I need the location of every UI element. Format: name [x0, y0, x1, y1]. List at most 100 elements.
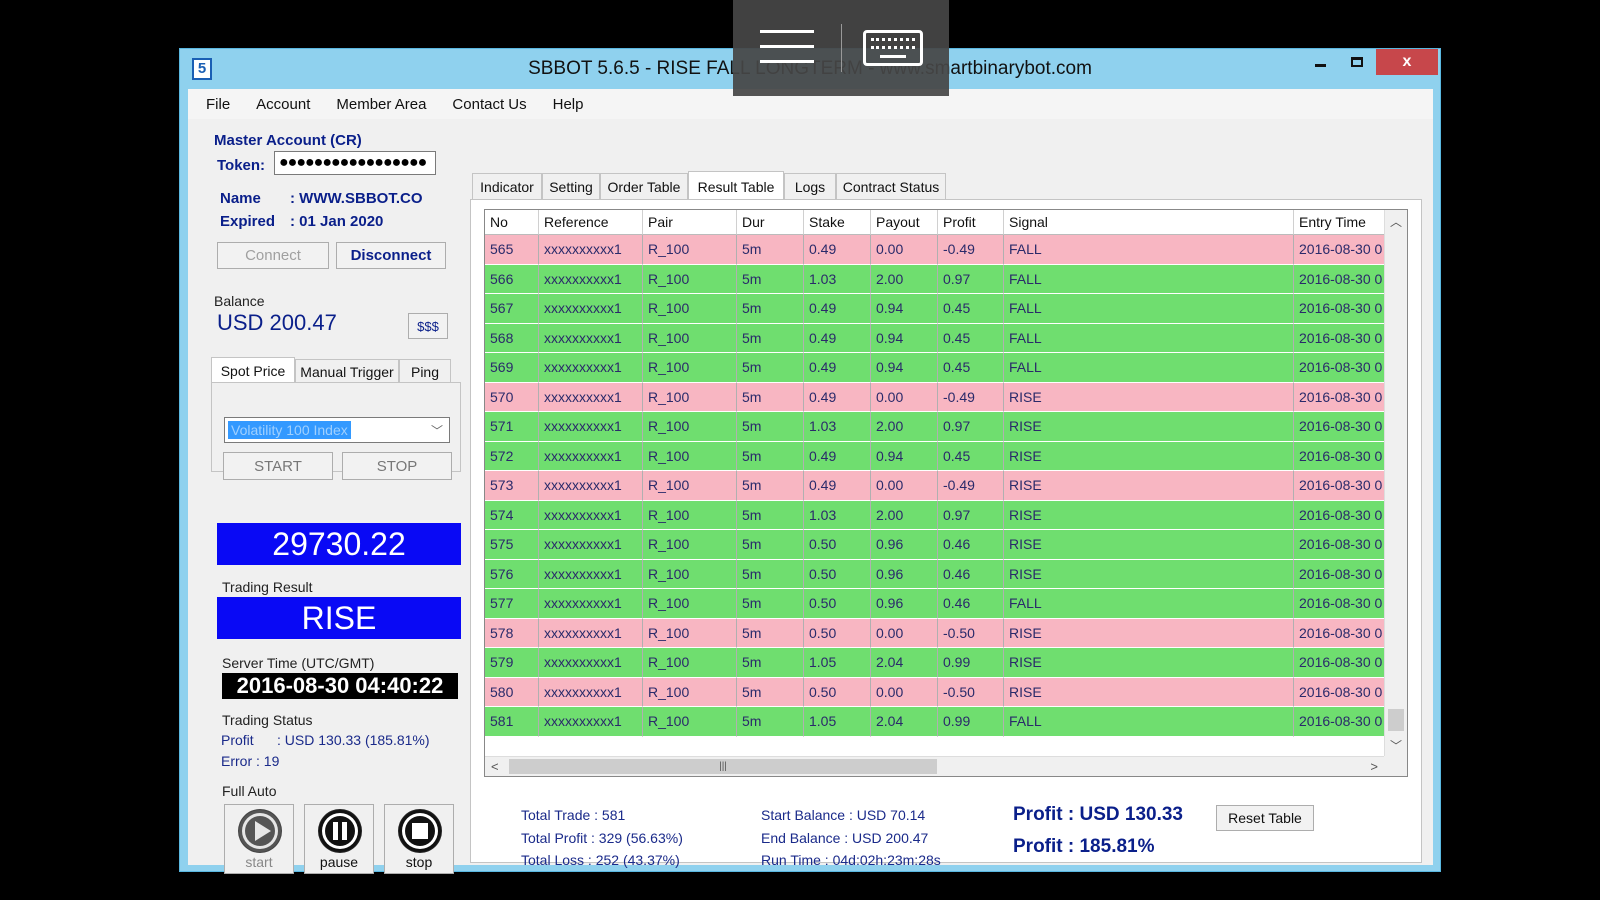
cell-signal: FALL [1004, 707, 1294, 737]
tab-ping[interactable]: Ping [399, 359, 451, 383]
vertical-scroll-thumb[interactable] [1388, 709, 1404, 731]
column-header-dur[interactable]: Dur [737, 210, 804, 235]
total-profit: Total Profit : 329 (56.63%) [521, 830, 683, 846]
table-row[interactable]: 578 xxxxxxxxxx1 R_100 5m 0.50 0.00 -0.50 RISE 20… [485, 618, 1384, 648]
tab-logs[interactable]: Logs [784, 173, 836, 199]
cell-pair: R_100 [643, 471, 737, 501]
close-button[interactable]: x [1376, 49, 1438, 75]
token-input[interactable]: ●●●●●●●●●●●●●●●●● [274, 151, 436, 175]
cell-payout: 0.00 [871, 235, 938, 265]
table-row[interactable]: 568 xxxxxxxxxx1 R_100 5m 0.49 0.94 0.45 FALL 201… [485, 323, 1384, 353]
auto-stop-button[interactable]: stop [384, 804, 454, 874]
tab-manual-trigger[interactable]: Manual Trigger [295, 359, 399, 383]
column-header-stake[interactable]: Stake [804, 210, 871, 235]
table-row[interactable]: 572 xxxxxxxxxx1 R_100 5m 0.49 0.94 0.45 RISE 201… [485, 441, 1384, 471]
table-row[interactable]: 571 xxxxxxxxxx1 R_100 5m 1.03 2.00 0.97 RISE 201… [485, 412, 1384, 442]
table-row[interactable]: 580 xxxxxxxxxx1 R_100 5m 0.50 0.00 -0.50 RISE 20… [485, 677, 1384, 707]
expired-label: Expired [220, 213, 276, 230]
cell-no: 580 [485, 677, 539, 707]
hamburger-menu-icon[interactable] [760, 30, 814, 66]
tab-order-table[interactable]: Order Table [600, 173, 688, 199]
cell-profit: 0.97 [938, 264, 1004, 294]
auto-start-button[interactable]: start [224, 804, 294, 874]
start-spot-button[interactable]: START [223, 452, 333, 480]
cell-reference: xxxxxxxxxx1 [539, 648, 643, 678]
table-row[interactable]: 570 xxxxxxxxxx1 R_100 5m 0.49 0.00 -0.49 RISE 20… [485, 382, 1384, 412]
maximize-button[interactable] [1339, 49, 1375, 75]
cell-pair: R_100 [643, 294, 737, 324]
scroll-up-icon[interactable]: ︿ [1385, 213, 1407, 230]
table-row[interactable]: 575 xxxxxxxxxx1 R_100 5m 0.50 0.96 0.46 RISE 201… [485, 530, 1384, 560]
column-header-entry-time[interactable]: Entry Time [1294, 210, 1384, 235]
tab-contract-status[interactable]: Contract Status [836, 173, 946, 199]
stop-spot-button[interactable]: STOP [342, 452, 452, 480]
cell-no: 574 [485, 500, 539, 530]
app-window: 5 SBBOT 5.6.5 - RISE FALL LONGTERM - www… [179, 48, 1441, 874]
vertical-scrollbar[interactable]: ︿ ﹀ [1384, 210, 1407, 758]
table-row[interactable]: 577 xxxxxxxxxx1 R_100 5m 0.50 0.96 0.46 FALL 201… [485, 589, 1384, 619]
menu-account[interactable]: Account [256, 96, 310, 113]
scroll-left-icon[interactable]: < [491, 759, 499, 774]
keyboard-icon[interactable] [863, 30, 923, 66]
cell-pair: R_100 [643, 323, 737, 353]
minimize-button[interactable] [1302, 49, 1338, 75]
trading-status-label: Trading Status [222, 712, 313, 728]
column-header-pair[interactable]: Pair [643, 210, 737, 235]
column-header-signal[interactable]: Signal [1004, 210, 1294, 235]
full-auto-label: Full Auto [222, 783, 277, 799]
tab-setting[interactable]: Setting [542, 173, 600, 199]
reset-table-button[interactable]: Reset Table [1216, 805, 1314, 831]
cell-reference: xxxxxxxxxx1 [539, 441, 643, 471]
cell-reference: xxxxxxxxxx1 [539, 323, 643, 353]
connect-button[interactable]: Connect [217, 242, 329, 269]
cell-no: 571 [485, 412, 539, 442]
column-header-profit[interactable]: Profit [938, 210, 1004, 235]
cell-reference: xxxxxxxxxx1 [539, 382, 643, 412]
table-row[interactable]: 567 xxxxxxxxxx1 R_100 5m 0.49 0.94 0.45 FALL 201… [485, 294, 1384, 324]
profit-usd: Profit : USD 130.33 [1013, 804, 1183, 825]
tab-indicator[interactable]: Indicator [472, 173, 542, 199]
menu-help[interactable]: Help [553, 96, 584, 113]
tab-result-table[interactable]: Result Table [688, 171, 784, 201]
cell-signal: FALL [1004, 323, 1294, 353]
horizontal-scrollbar[interactable]: < ||| > [485, 756, 1384, 776]
name-value: : WWW.SBBOT.CO [290, 190, 423, 207]
table-row[interactable]: 574 xxxxxxxxxx1 R_100 5m 1.03 2.00 0.97 RISE 201… [485, 500, 1384, 530]
column-header-reference[interactable]: Reference [539, 210, 643, 235]
table-row[interactable]: 579 xxxxxxxxxx1 R_100 5m 1.05 2.04 0.99 RISE 201… [485, 648, 1384, 678]
tab-spot-price[interactable]: Spot Price [211, 357, 295, 383]
table-row[interactable]: 581 xxxxxxxxxx1 R_100 5m 1.05 2.04 0.99 FALL 201… [485, 707, 1384, 737]
column-header-no[interactable]: No [485, 210, 539, 235]
table-row[interactable]: 566 xxxxxxxxxx1 R_100 5m 1.03 2.00 0.97 FALL 201… [485, 264, 1384, 294]
cell-payout: 0.94 [871, 441, 938, 471]
menu-member-area[interactable]: Member Area [336, 96, 426, 113]
cell-stake: 1.03 [804, 264, 871, 294]
cell-signal: FALL [1004, 589, 1294, 619]
total-loss: Total Loss : 252 (43.37%) [521, 852, 680, 868]
table-row[interactable]: 569 xxxxxxxxxx1 R_100 5m 0.49 0.94 0.45 FALL 201… [485, 353, 1384, 383]
cell-profit: -0.49 [938, 235, 1004, 265]
balance-refresh-button[interactable]: $$$ [408, 313, 448, 339]
client-area: File Account Member Area Contact Us Help… [188, 89, 1433, 874]
scroll-down-icon[interactable]: ﹀ [1385, 737, 1407, 754]
run-time: Run Time : 04d:02h:23m:28s [761, 852, 941, 868]
auto-pause-button[interactable]: pause [304, 804, 374, 874]
cell-reference: xxxxxxxxxx1 [539, 235, 643, 265]
scroll-corner [1384, 756, 1407, 776]
menu-file[interactable]: File [206, 96, 230, 113]
result-grid[interactable]: No Reference Pair Dur Stake Payout Profi… [484, 209, 1408, 777]
balance-group: Balance USD 200.47 $$$ [206, 289, 458, 349]
table-row[interactable]: 573 xxxxxxxxxx1 R_100 5m 0.49 0.00 -0.49 RISE 20… [485, 471, 1384, 501]
cell-entry-time: 2016-08-30 0 [1294, 589, 1384, 619]
table-row[interactable]: 576 xxxxxxxxxx1 R_100 5m 0.50 0.96 0.46 RISE 201… [485, 559, 1384, 589]
cell-entry-time: 2016-08-30 0 [1294, 383, 1384, 412]
column-header-payout[interactable]: Payout [871, 210, 938, 235]
cell-payout: 2.04 [871, 707, 938, 737]
disconnect-button[interactable]: Disconnect [336, 242, 446, 269]
menu-contact-us[interactable]: Contact Us [452, 96, 526, 113]
table-row[interactable]: 565 xxxxxxxxxx1 R_100 5m 0.49 0.00 -0.49 FALL 20… [485, 235, 1384, 265]
symbol-select[interactable]: Volatility 100 Index ﹀ [224, 417, 450, 443]
horizontal-scroll-thumb[interactable]: ||| [509, 759, 937, 774]
scroll-right-icon[interactable]: > [1370, 759, 1378, 774]
cell-dur: 5m [737, 648, 804, 678]
